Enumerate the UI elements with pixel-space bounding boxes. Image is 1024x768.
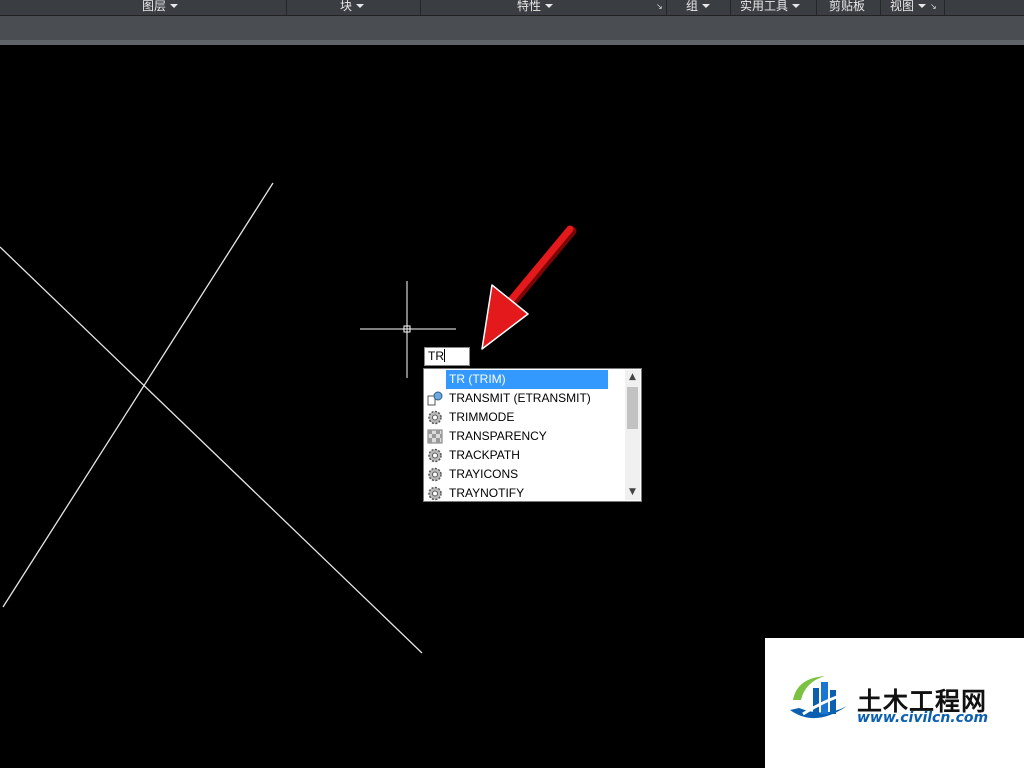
command-input[interactable]: TR: [424, 347, 470, 366]
transparency-icon: [427, 429, 443, 444]
panel-clipboard-label: 剪贴板: [829, 0, 866, 13]
panel-properties[interactable]: 特性: [517, 0, 554, 15]
autocomplete-item-trimmode[interactable]: TRIMMODE: [425, 408, 625, 427]
watermark-logo: 土木工程网 www.civilcn.com: [765, 638, 1024, 768]
panel-separator: [286, 0, 287, 15]
civilcn-logo-icon: [790, 676, 852, 719]
autocomplete-item-traynotify[interactable]: TRAYNOTIFY: [425, 484, 625, 503]
chevron-down-icon: [356, 4, 365, 8]
command-input-value: TR: [428, 349, 444, 363]
autocomplete-list[interactable]: TR (TRIM) TRANSMIT (ETRANSMIT) TRIMMODE …: [423, 368, 642, 502]
drawn-line[interactable]: [2, 182, 274, 608]
trim-icon: [427, 372, 443, 387]
system-variable-gear-icon: [427, 467, 443, 482]
autocomplete-item-label: TRANSMIT (ETRANSMIT): [449, 391, 591, 405]
chevron-down-icon[interactable]: ▼: [625, 485, 640, 500]
panel-separator: [420, 0, 421, 15]
ribbon-panel-bar: 图层 块 特性 ↘ 组 实用工具 剪贴板 视图 ↘: [0, 0, 1024, 16]
etransmit-icon: [427, 391, 443, 406]
panel-separator: [944, 0, 945, 15]
drawn-line[interactable]: [0, 246, 423, 654]
system-variable-gear-icon: [427, 410, 443, 425]
watermark-url: www.civilcn.com: [857, 710, 989, 726]
panel-block-label: 块: [340, 0, 353, 13]
panel-groups-label: 组: [686, 0, 699, 13]
autocomplete-item-transmit[interactable]: TRANSMIT (ETRANSMIT): [425, 389, 625, 408]
dialog-launcher-icon: ↘: [656, 2, 663, 11]
autocomplete-item-label: TRIMMODE: [449, 410, 515, 424]
panel-groups[interactable]: 组: [686, 0, 711, 15]
autocomplete-item-transparency[interactable]: TRANSPARENCY: [425, 427, 625, 446]
panel-view-label: 视图: [890, 0, 915, 13]
chevron-down-icon: [918, 4, 927, 8]
red-arrow-annotation: [481, 225, 577, 350]
autocomplete-item-label: TRAYNOTIFY: [449, 486, 525, 500]
panel-clipboard[interactable]: 剪贴板: [829, 0, 865, 15]
chevron-down-icon: [702, 4, 711, 8]
autocomplete-item-label: TRAYICONS: [449, 467, 519, 481]
panel-separator: [816, 0, 817, 15]
chevron-down-icon: [545, 4, 554, 8]
chevron-down-icon: [792, 4, 801, 8]
panel-utilities-label: 实用工具: [740, 0, 789, 13]
autocomplete-item-trackpath[interactable]: TRACKPATH: [425, 446, 625, 465]
autocomplete-item-label: TR (TRIM): [446, 370, 608, 389]
panel-utilities[interactable]: 实用工具: [740, 0, 801, 15]
panel-layers-label: 图层: [142, 0, 167, 13]
chevron-up-icon[interactable]: ▲: [625, 370, 640, 385]
panel-view[interactable]: 视图 ↘: [890, 0, 937, 15]
panel-separator: [880, 0, 881, 15]
panel-layers[interactable]: 图层: [142, 0, 179, 15]
autocomplete-item-label: TRACKPATH: [449, 448, 520, 462]
properties-launcher-button[interactable]: ↘: [652, 0, 663, 15]
panel-properties-label: 特性: [517, 0, 542, 13]
system-variable-gear-icon: [427, 486, 443, 501]
text-caret: [444, 349, 445, 362]
chevron-down-icon: [170, 4, 179, 8]
dialog-launcher-icon: ↘: [930, 2, 937, 11]
autocomplete-item-trim[interactable]: TR (TRIM): [425, 370, 625, 389]
file-tab-bar: [0, 16, 1024, 40]
panel-separator: [730, 0, 731, 15]
panel-separator: [666, 0, 667, 15]
autocomplete-item-trayicons[interactable]: TRAYICONS: [425, 465, 625, 484]
panel-block[interactable]: 块: [340, 0, 365, 15]
autocomplete-scrollbar[interactable]: ▲ ▼: [625, 370, 640, 500]
system-variable-gear-icon: [427, 448, 443, 463]
autocomplete-item-label: TRANSPARENCY: [449, 429, 547, 443]
scrollbar-thumb[interactable]: [627, 387, 638, 429]
